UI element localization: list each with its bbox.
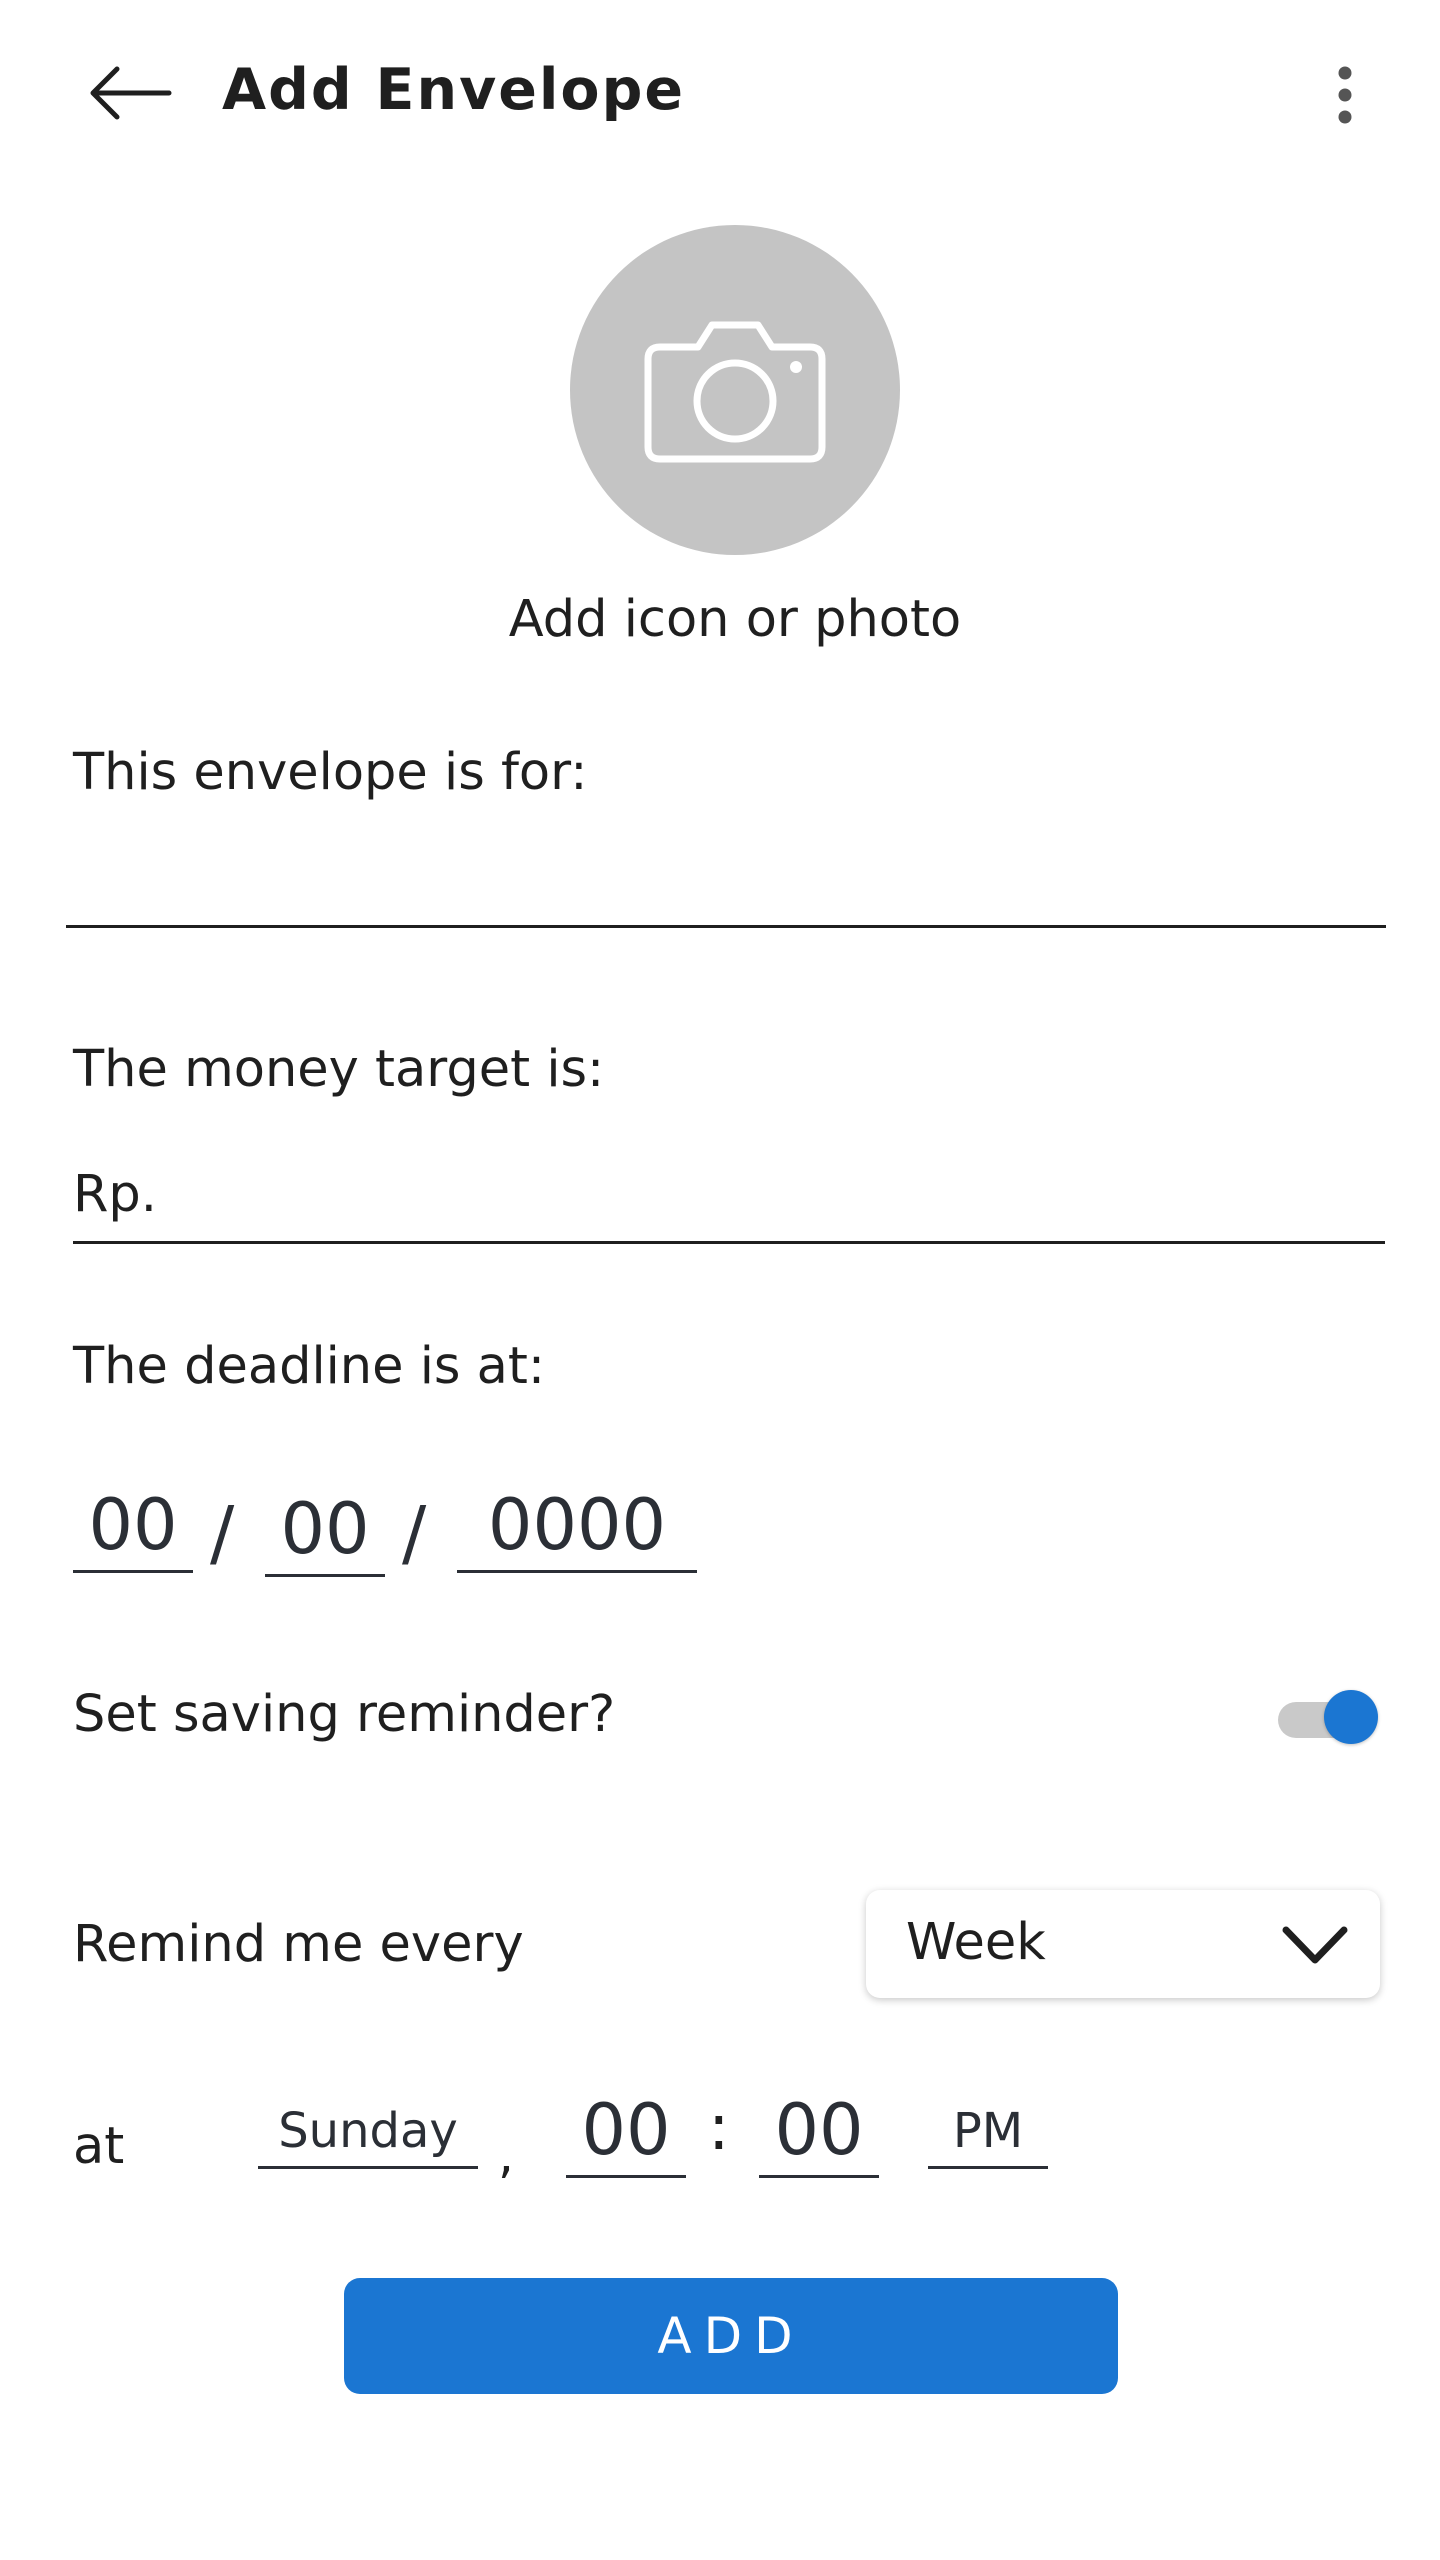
camera-icon [644,321,826,463]
more-vertical-icon [1338,66,1352,124]
reminder-minute-input[interactable]: 00 [759,2085,879,2178]
page-title: Add Envelope [222,57,686,123]
deadline-day-input[interactable]: 00 [73,1480,193,1573]
add-button[interactable]: ADD [344,2278,1118,2394]
reminder-hour-input[interactable]: 00 [566,2085,686,2178]
deadline-year-input[interactable]: 0000 [457,1480,697,1573]
money-target-underline [73,1241,1385,1244]
remind-at-label: at [73,2117,125,2176]
chevron-down-icon [1282,1926,1348,1964]
add-photo-caption[interactable]: Add icon or photo [400,585,1070,655]
toggle-thumb [1324,1690,1378,1744]
remind-every-label: Remind me every [73,1915,524,1974]
back-button[interactable] [70,45,190,140]
add-photo-button[interactable] [570,225,900,555]
reminder-day-input[interactable]: Sunday [258,2096,478,2169]
money-target-input[interactable] [160,1150,1380,1240]
arrow-left-icon [90,66,172,119]
frequency-dropdown[interactable]: Week [866,1890,1380,1998]
frequency-selected-value: Week [906,1913,1046,1972]
reminder-label: Set saving reminder? [73,1685,616,1744]
reminder-period-select[interactable]: PM [928,2096,1048,2169]
envelope-name-input[interactable] [66,830,1386,928]
target-label: The money target is: [73,1040,605,1099]
deadline-month-input[interactable]: 00 [265,1484,385,1577]
envelope-label: This envelope is for: [73,743,588,802]
time-colon: : [708,2091,730,2165]
date-separator: / [402,1491,427,1575]
time-comma: , [498,2126,514,2184]
deadline-label: The deadline is at: [73,1337,546,1396]
date-separator: / [210,1491,235,1575]
reminder-toggle[interactable] [1278,1690,1378,1750]
currency-prefix: Rp. [73,1165,158,1224]
more-options-button[interactable] [1305,50,1385,140]
